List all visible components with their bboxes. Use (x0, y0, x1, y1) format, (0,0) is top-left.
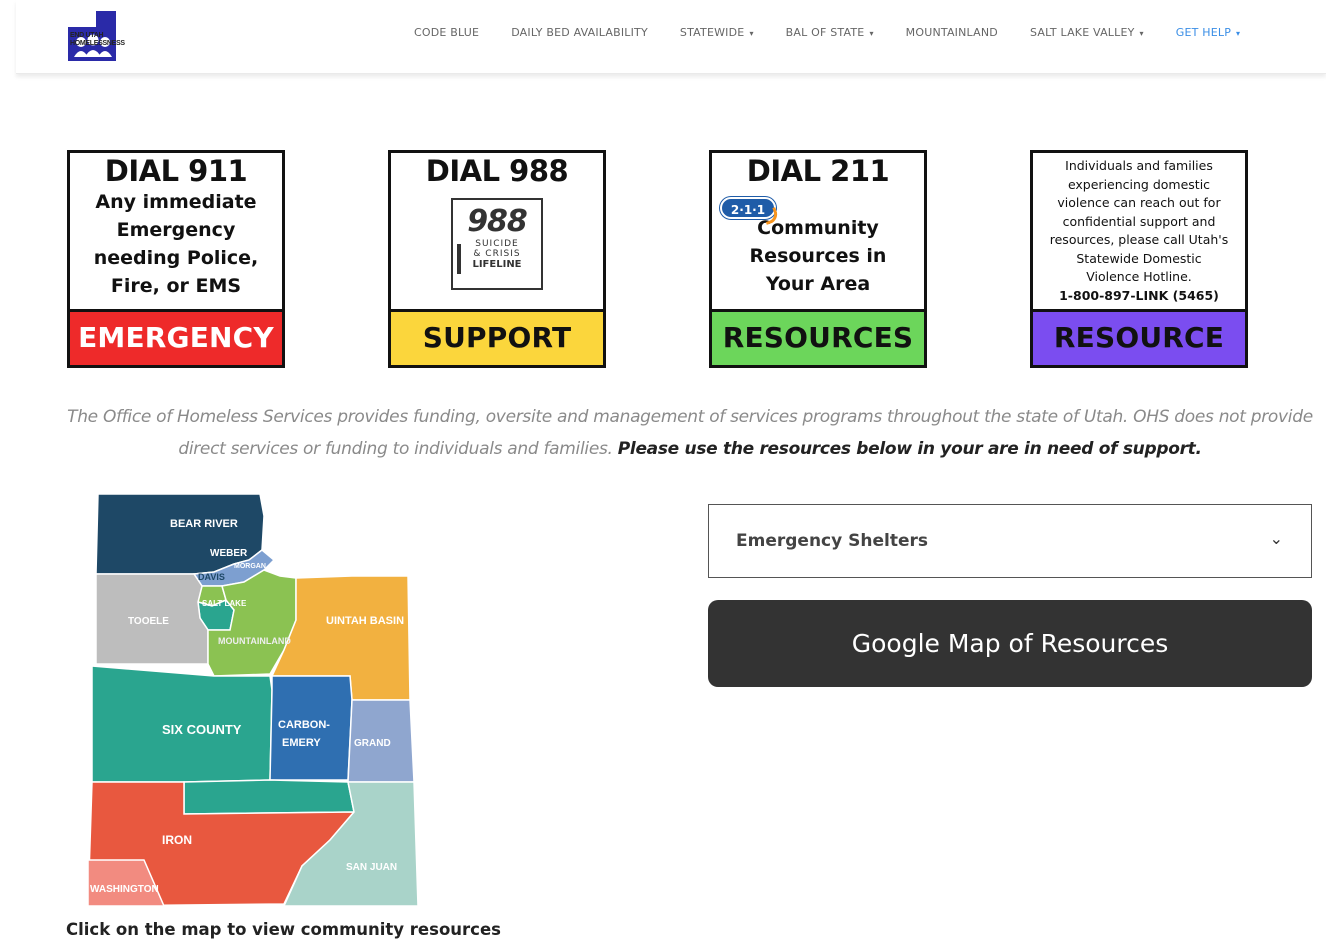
nav-statewide[interactable]: STATEWIDE ▾ (680, 26, 754, 39)
label-iron: IRON (162, 833, 192, 847)
resource-type-select[interactable]: Emergency Shelters ⌄ (708, 504, 1312, 578)
nav-mountainland[interactable]: MOUNTAINLAND (906, 26, 998, 39)
domestic-violence-card[interactable]: Individuals and families experiencing do… (1030, 150, 1248, 368)
label-san-juan: SAN JUAN (346, 862, 397, 873)
caret-down-icon: ▾ (1236, 29, 1241, 38)
card-body: Community Resources in Your Area (749, 217, 887, 295)
label-grand: GRAND (354, 738, 391, 749)
dial-211-card[interactable]: DIAL 211 2·1·1 Community Resources in Yo… (709, 150, 927, 368)
caret-down-icon: ▾ (749, 29, 754, 38)
card-top: DIAL 211 2·1·1 Community Resources in Yo… (712, 153, 924, 312)
select-value: Emergency Shelters (736, 531, 928, 551)
card-body: Any immediate Emergency needing Police, … (93, 191, 259, 297)
label-mountainland: MOUNTAINLAND (218, 636, 291, 646)
nav-bal-of-state[interactable]: BAL OF STATE ▾ (786, 26, 874, 39)
card-title: DIAL 911 (104, 154, 248, 188)
label-davis: DAVIS (198, 572, 225, 582)
card-body: Individuals and families experiencing do… (1033, 153, 1245, 305)
label-bear-river: BEAR RIVER (170, 518, 238, 530)
support-label: SUPPORT (391, 312, 603, 365)
nav-get-help[interactable]: GET HELP ▾ (1176, 26, 1241, 39)
label-tooele: TOOELE (128, 616, 169, 627)
intro-emphasis: Please use the resources below in your a… (617, 439, 1202, 459)
card-title: DIAL 988 (425, 154, 569, 188)
label-uintah-basin: UINTAH BASIN (326, 615, 404, 627)
label-carbon-emery-1: CARBON- (278, 719, 330, 731)
nav-menu: CODE BLUE DAILY BED AVAILABILITY STATEWI… (396, 26, 1240, 39)
nav-daily-bed-availability[interactable]: DAILY BED AVAILABILITY (511, 26, 648, 39)
card-top: Individuals and families experiencing do… (1033, 153, 1245, 312)
intro-text: The Office of Homeless Services provides… (67, 407, 1313, 459)
dial-988-card[interactable]: DIAL 988 988 SUICIDE & CRISIS LIFELINE S… (388, 150, 606, 368)
hotline-phone: 1-800-897-LINK (5465) (1059, 287, 1219, 303)
label-carbon-emery-2: EMERY (282, 737, 321, 749)
label-weber: WEBER (210, 548, 248, 559)
chevron-down-icon: ⌄ (1269, 531, 1283, 548)
nav-code-blue[interactable]: CODE BLUE (414, 26, 479, 39)
card-title: DIAL 211 (746, 154, 890, 188)
resource-label: RESOURCE (1033, 312, 1245, 365)
nav-salt-lake-valley[interactable]: SALT LAKE VALLEY ▾ (1030, 26, 1144, 39)
dial-911-card[interactable]: DIAL 911 Any immediate Emergency needing… (67, 150, 285, 368)
caret-down-icon: ▾ (1139, 29, 1144, 38)
google-map-of-resources-button[interactable]: Google Map of Resources (708, 600, 1312, 687)
988-lifeline-logo: 988 SUICIDE & CRISIS LIFELINE (451, 198, 543, 290)
label-six-county: SIX COUNTY (162, 722, 242, 737)
emergency-label: EMERGENCY (70, 312, 282, 365)
resources-label: RESOURCES (712, 312, 924, 365)
utah-region-map[interactable]: BEAR RIVER WEBER MORGAN DAVIS SALT LAKE … (84, 490, 424, 910)
card-top: DIAL 988 988 SUICIDE & CRISIS LIFELINE (391, 153, 603, 312)
card-top: DIAL 911 Any immediate Emergency needing… (70, 153, 282, 312)
logo-text: END UTAH HOMELESSNESS (70, 32, 125, 47)
map-caption: Click on the map to view community resou… (66, 920, 501, 939)
label-washington: WASHINGTON (90, 884, 159, 895)
top-navbar: END UTAH HOMELESSNESS CODE BLUE DAILY BE… (16, 0, 1326, 74)
region-emery-south (183, 779, 355, 815)
label-morgan: MORGAN (234, 563, 266, 570)
label-salt-lake: SALT LAKE (202, 599, 247, 608)
logo-bar (457, 244, 461, 274)
caret-down-icon: ▾ (869, 29, 874, 38)
